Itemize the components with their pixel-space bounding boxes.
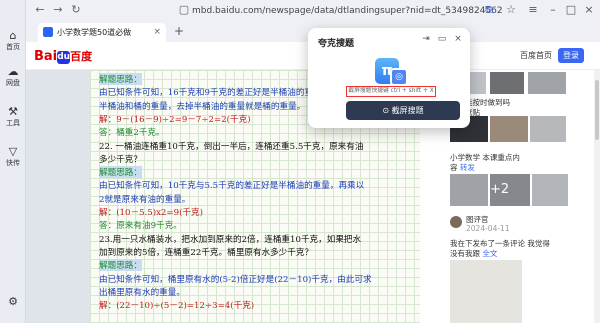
url-field[interactable]: mbd.baidu.com/newspage/data/dtlandingsup…: [192, 2, 502, 20]
article-line: 23.用一只水桶装水，把水加到原来的2倍，连桶重10千克，如果把水: [99, 234, 362, 245]
thumbnail[interactable]: [532, 174, 568, 206]
new-tab-icon[interactable]: +: [174, 24, 184, 38]
article-line: 22. 一桶油连桶重10千克，倒出一半后，连桶还重5.5千克，原来有油: [99, 141, 364, 152]
thumbnail[interactable]: [490, 116, 528, 142]
left-rail: ⌂ 首页 ☁ 网盘 ⚒ 工具 ▽ 快传 ⚙: [0, 0, 26, 323]
article-line: 由已知条件可知，16千克和9千克的差正好是半桶油的重量，: [99, 88, 331, 99]
rail-item-tools[interactable]: ⚒ 工具: [0, 106, 26, 128]
item2-text2[interactable]: 容 转发: [450, 162, 475, 173]
article-line: 解题思路：: [99, 166, 142, 179]
screen-icon[interactable]: ▭: [436, 34, 448, 44]
settings-icon[interactable]: ⚙: [0, 296, 26, 308]
thumbnail[interactable]: [450, 174, 488, 206]
pin-icon[interactable]: ⇥: [420, 34, 432, 44]
tab-close-icon[interactable]: ×: [153, 23, 161, 42]
maximize-icon[interactable]: □: [564, 3, 578, 16]
thumbnail[interactable]: [530, 116, 566, 142]
menu-icon[interactable]: ≡: [526, 3, 540, 16]
rail-item-transfer[interactable]: ▽ 快传: [0, 146, 26, 168]
article-line: 解题思路：: [99, 259, 142, 272]
scroll-thumb[interactable]: [595, 80, 599, 140]
rail-item-home[interactable]: ⌂ 首页: [0, 30, 26, 52]
close-window-icon[interactable]: ×: [582, 3, 596, 16]
article-line: 由已知条件可知，桶里原有水的(5-2)倍正好是(22－10)千克，由此可求: [99, 274, 372, 285]
article-line: 解：(22－10)÷(5－2)=12÷3=4(千克): [99, 301, 255, 312]
rail-label: 工具: [6, 119, 20, 127]
document-thumbnail[interactable]: [450, 260, 522, 323]
screenshot-icon: ◎: [390, 68, 408, 86]
tab-active[interactable]: 小学数学题50道必做 ×: [38, 23, 166, 42]
tab-title: 小学数学题50道必做: [57, 28, 132, 37]
search-tool-icon[interactable]: ⧉: [482, 3, 496, 17]
rail-label: 网盘: [6, 79, 20, 87]
favorite-icon[interactable]: ☆: [504, 3, 518, 16]
back-icon[interactable]: ←: [32, 3, 48, 16]
transfer-icon: ▽: [8, 145, 18, 158]
avatar[interactable]: [450, 216, 462, 228]
article-line: 解题思路：: [99, 73, 142, 85]
rail-item-cloud[interactable]: ☁ 网盘: [0, 66, 26, 88]
post-text2[interactable]: 没有我跟 全文: [450, 248, 497, 259]
tab-favicon-icon: [43, 27, 53, 37]
paw-icon: du: [57, 51, 71, 64]
article-line: 出桶里原有水的重量。: [99, 287, 185, 298]
baidu-logo[interactable]: Baidu百度: [34, 48, 92, 64]
lock-icon: ▢: [178, 3, 190, 16]
article-line: 由已知条件可知，10千克与5.5千克的差正好是半桶油的重量，再乘以: [99, 181, 365, 192]
refresh-icon[interactable]: ↻: [68, 3, 84, 16]
close-icon[interactable]: ×: [452, 34, 464, 44]
login-button[interactable]: 登录: [558, 48, 584, 63]
logo-cn: 百度: [70, 50, 93, 63]
thumbnail[interactable]: [490, 72, 524, 94]
forward-icon[interactable]: →: [50, 3, 66, 16]
rail-label: 首页: [6, 43, 20, 51]
article-line: 答：原来有油9千克。: [99, 221, 182, 232]
article-line: 多少千克？: [99, 154, 142, 165]
post-text3: 没有我跟: [450, 249, 480, 258]
thumbnail[interactable]: [528, 72, 566, 94]
item2-text3: 容: [450, 163, 458, 172]
scrollbar[interactable]: [594, 70, 600, 323]
home-icon: ⌂: [9, 29, 17, 42]
popup-title: 夸克搜题: [318, 39, 355, 49]
tools-icon: ⚒: [8, 105, 18, 118]
article-line: 2就是原来有油的重量。: [99, 194, 191, 205]
article-line: 半桶油和桶的重量，去掉半桶油的重量就是桶的重量。: [99, 101, 306, 112]
rail-label: 快传: [6, 159, 20, 167]
article-line: 加到原来的5倍，连桶重22千克。桶里原有水多少千克？: [99, 247, 314, 258]
address-bar-row: ← → ↻ ▢ mbd.baidu.com/newspage/data/dtla…: [26, 0, 600, 22]
minimize-icon[interactable]: –: [546, 3, 560, 16]
baidu-home-link[interactable]: 百度首页: [520, 50, 552, 61]
url-text: mbd.baidu.com/newspage/data/dtlandingsup…: [192, 6, 502, 16]
cloud-icon: ☁: [7, 65, 19, 78]
full-text-link[interactable]: 全文: [482, 249, 497, 258]
article-line: 答：桶重2千克。: [99, 128, 165, 139]
screenshot-search-button[interactable]: ⊙ 截屏搜题: [346, 101, 460, 120]
article-line: 解：(10－5.5)x2=9(千克): [99, 208, 203, 218]
quark-search-popup: 夸克搜题 ⇥ ▭ × π ◎ 截屏搜题快捷键 ctrl + shift + X …: [308, 28, 470, 128]
post-date: 2024-04-11: [466, 224, 510, 233]
article-line: 解：9－(16－9)÷2=9－7÷2=2(千克): [99, 114, 251, 125]
logo-text: Bai: [34, 49, 58, 64]
more-images-count[interactable]: +2: [490, 182, 509, 197]
shortcut-hint: 截屏搜题快捷键 ctrl + shift + X: [346, 86, 436, 97]
item2-share[interactable]: 转发: [460, 163, 475, 172]
